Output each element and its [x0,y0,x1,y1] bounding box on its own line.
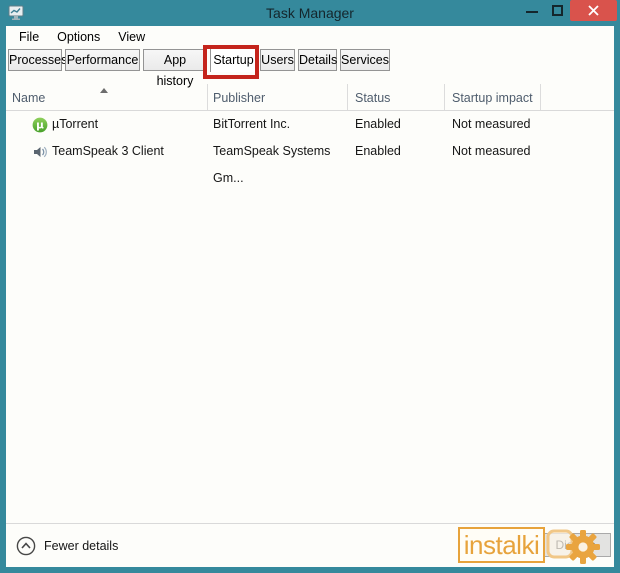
minimize-button[interactable] [520,0,544,21]
watermark-text: instalki [458,527,545,563]
maximize-button[interactable] [545,0,569,21]
tab-services[interactable]: Services [340,49,390,71]
column-separator [540,84,541,110]
annotation-highlight-startup [203,45,259,79]
teamspeak-icon [34,146,47,158]
maximize-icon [552,5,563,16]
footer-divider [6,523,614,524]
startup-item-publisher: BitTorrent Inc. [213,117,291,131]
menu-item-view[interactable]: View [109,27,154,47]
column-separator [347,84,348,110]
tab-performance[interactable]: Performance [65,49,140,71]
utorrent-icon: µ [32,117,48,133]
column-separator [444,84,445,110]
titlebar: Task Manager [0,0,620,26]
menu-item-file[interactable]: File [10,27,48,47]
tab-app-history[interactable]: App history [143,49,207,88]
table-header: Name Publisher Status Startup impact [6,84,614,110]
table-row[interactable]: TeamSpeak 3 Client TeamSpeak Systems Gm.… [6,138,614,185]
column-separator [207,84,208,110]
table-row[interactable]: µ µTorrent BitTorrent Inc. Enabled Not m… [6,111,614,138]
close-button[interactable] [570,0,617,21]
startup-item-impact: Not measured [452,144,531,158]
tab-details[interactable]: Details [298,49,337,71]
close-icon [588,5,599,16]
minimize-icon [526,11,538,13]
menubar: File Options View [6,27,154,47]
sort-ascending-icon [100,88,108,93]
column-header-publisher[interactable]: Publisher [213,84,343,110]
watermark-instalki: instalki [458,526,608,568]
startup-item-status: Enabled [355,144,401,158]
menu-item-options[interactable]: Options [48,27,109,47]
startup-item-name: µTorrent [52,117,99,131]
tab-processes[interactable]: Processes [8,49,67,71]
fewer-details-label: Fewer details [44,539,119,553]
fewer-details-button[interactable]: Fewer details [16,533,118,559]
startup-item-publisher: TeamSpeak Systems Gm... [213,144,331,185]
startup-item-name: TeamSpeak 3 Client [52,144,164,158]
column-header-status[interactable]: Status [355,84,440,110]
task-manager-window: Task Manager File Options View Processes… [0,0,620,573]
startup-item-status: Enabled [355,117,401,131]
chevron-up-circle-icon [16,536,36,556]
gear-icon [566,530,600,564]
startup-item-impact: Not measured [452,117,531,131]
column-header-startup-impact[interactable]: Startup impact [452,84,542,110]
tab-users[interactable]: Users [260,49,295,71]
svg-text:µ: µ [36,120,44,132]
